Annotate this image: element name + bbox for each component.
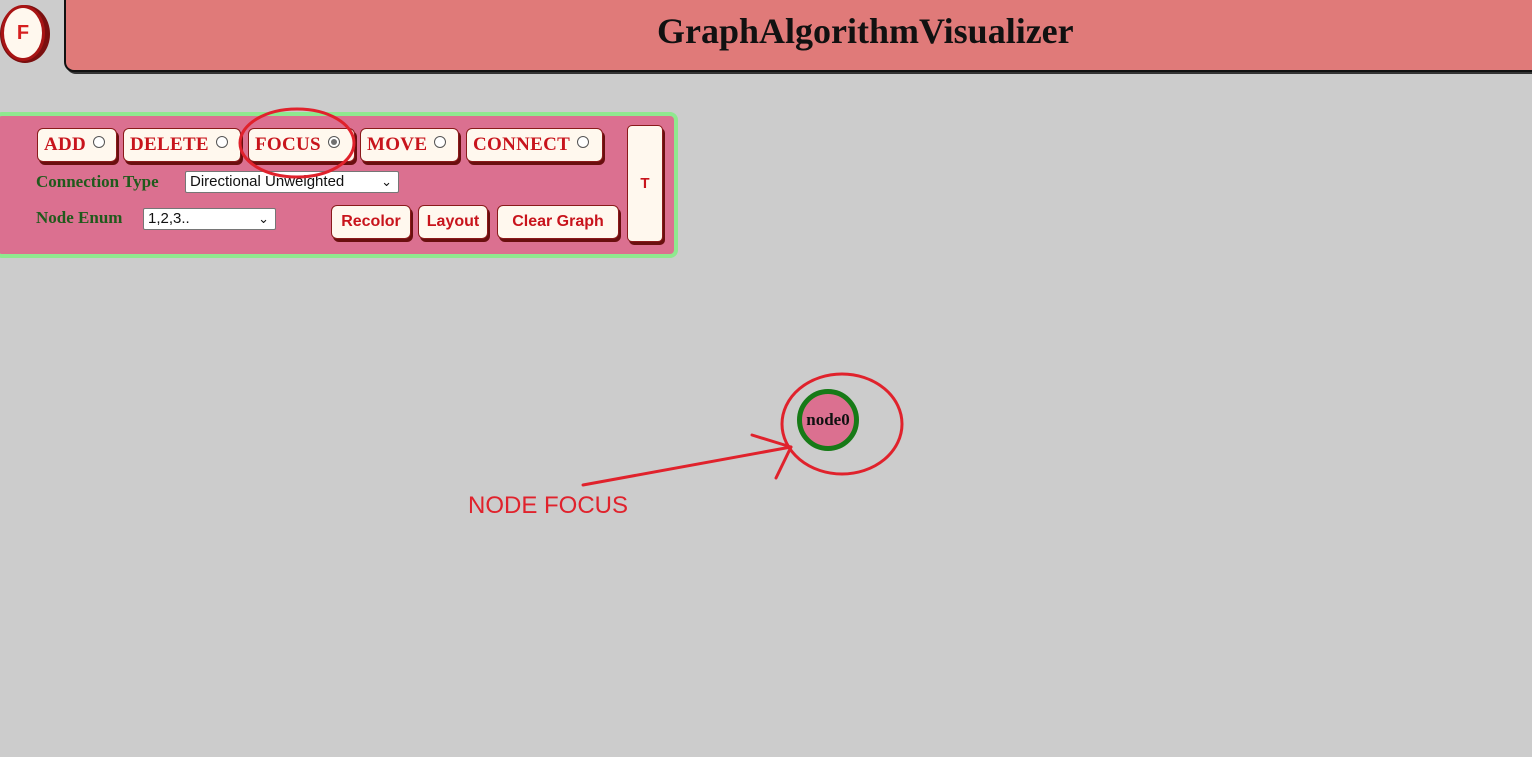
mode-move-label: MOVE: [367, 134, 428, 155]
mode-connect-button[interactable]: CONNECT: [466, 128, 603, 162]
mode-add-button[interactable]: ADD: [37, 128, 117, 162]
logo-label: F: [1, 5, 45, 61]
arrow-head-icon: [750, 433, 793, 480]
connection-type-label: Connection Type: [36, 172, 159, 191]
node-enum-value: 1,2,3..: [148, 210, 190, 227]
graph-node[interactable]: node0: [797, 389, 859, 451]
mode-move-button[interactable]: MOVE: [360, 128, 459, 162]
node-enum-select[interactable]: 1,2,3.. ⌄: [143, 208, 276, 230]
control-panel: ADD DELETE FOCUS MOVE CONNECT Connection…: [0, 112, 678, 258]
chevron-down-icon: ⌄: [381, 174, 392, 189]
page-title: GraphAlgorithmVisualizer: [657, 11, 1074, 51]
mode-connect-label: CONNECT: [473, 134, 571, 155]
node-enum-label: Node Enum: [36, 208, 123, 227]
arrow-shaft: [581, 445, 793, 487]
mode-connect-radio[interactable]: [577, 136, 590, 148]
mode-delete-button[interactable]: DELETE: [123, 128, 241, 162]
mode-delete-label: DELETE: [130, 134, 209, 155]
connection-type-value: Directional Unweighted: [190, 173, 345, 190]
header-bar: GraphAlgorithmVisualizer: [64, 0, 1532, 72]
mode-move-radio[interactable]: [434, 136, 447, 148]
recolor-button[interactable]: Recolor: [331, 205, 411, 239]
toggle-button[interactable]: T: [627, 125, 663, 242]
mode-add-radio[interactable]: [93, 136, 106, 148]
mode-focus-button[interactable]: FOCUS: [248, 128, 355, 162]
mode-focus-label: FOCUS: [255, 134, 321, 155]
layout-button[interactable]: Layout: [418, 205, 488, 239]
mode-delete-radio[interactable]: [215, 136, 228, 148]
mode-focus-radio[interactable]: [327, 136, 340, 148]
annotation-label: NODE FOCUS: [468, 492, 629, 519]
logo-button[interactable]: F: [0, 5, 50, 63]
clear-graph-button[interactable]: Clear Graph: [497, 205, 619, 239]
mode-add-label: ADD: [44, 134, 87, 155]
connection-type-select[interactable]: Directional Unweighted ⌄: [185, 171, 399, 193]
chevron-down-icon: ⌄: [258, 211, 269, 226]
